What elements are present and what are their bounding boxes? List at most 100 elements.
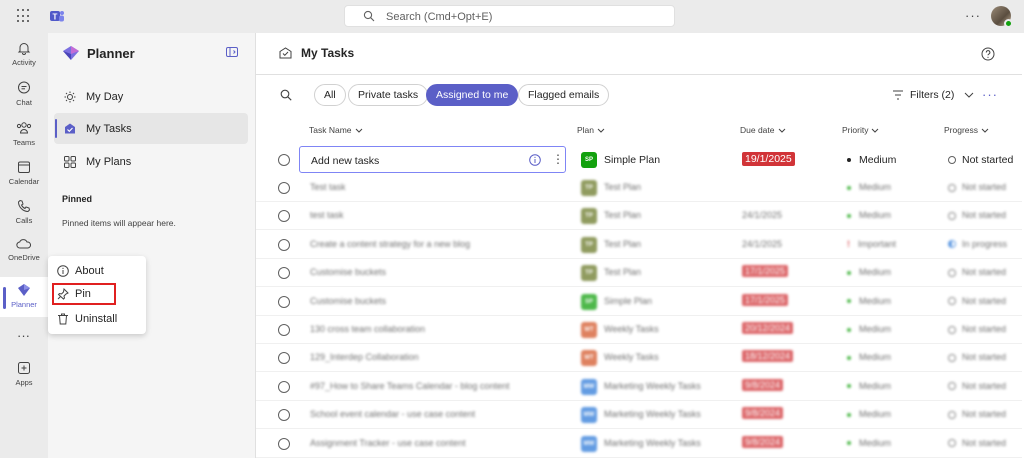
rail-item-calendar[interactable]: Calendar (0, 160, 48, 186)
column-header-progress[interactable]: Progress (944, 125, 989, 135)
more-options-icon[interactable]: ··· (982, 87, 998, 102)
nav-my-plans[interactable]: My Plans (54, 146, 248, 177)
priority-cell[interactable]: Medium (847, 182, 891, 192)
complete-checkbox[interactable] (278, 182, 290, 194)
progress-cell[interactable]: Not started (948, 409, 1006, 419)
priority-cell[interactable]: Medium (847, 210, 891, 220)
complete-checkbox[interactable] (278, 409, 290, 422)
priority-cell[interactable]: Medium (847, 352, 891, 362)
more-options-icon[interactable]: ··· (965, 8, 981, 23)
complete-checkbox[interactable] (278, 210, 290, 223)
plan-name[interactable]: Marketing Weekly Tasks (604, 438, 701, 448)
table-row[interactable]: #97_How to Share Teams Calendar - blog c… (256, 373, 1022, 401)
menu-item-uninstall[interactable]: Uninstall (56, 308, 140, 330)
progress-cell[interactable]: Not started (948, 296, 1006, 306)
info-icon[interactable] (529, 154, 541, 166)
plan-name[interactable]: Test Plan (604, 210, 641, 220)
task-name[interactable]: 130 cross team collaboration (310, 324, 425, 334)
priority-cell[interactable]: Medium (847, 381, 891, 391)
help-icon[interactable] (981, 47, 995, 61)
task-name[interactable]: #97_How to Share Teams Calendar - blog c… (310, 381, 509, 391)
progress-cell[interactable]: Not started (948, 154, 1013, 166)
column-header-priority[interactable]: Priority (842, 125, 879, 135)
plan-name[interactable]: Weekly Tasks (604, 352, 659, 362)
complete-checkbox[interactable] (278, 380, 290, 393)
table-row[interactable]: School event calendar - use case content… (256, 401, 1022, 430)
complete-checkbox[interactable] (278, 352, 290, 365)
plan-name[interactable]: Marketing Weekly Tasks (604, 409, 701, 419)
rail-more-icon[interactable]: ··· (17, 328, 30, 343)
due-date[interactable]: 17/1/2025 (742, 293, 789, 306)
table-row[interactable]: Customise buckets TP Test Plan 17/1/2025 Med… (256, 259, 1022, 288)
table-row[interactable]: test task TP Test Plan 24/1/2025 Medium Not s… (256, 202, 1022, 231)
due-date[interactable]: 9/8/2024 (742, 407, 784, 420)
priority-cell[interactable]: Medium (847, 267, 891, 277)
complete-checkbox[interactable] (278, 295, 290, 308)
due-date[interactable]: 19/1/2025 (742, 152, 795, 166)
priority-cell[interactable]: Medium (847, 296, 891, 306)
rail-item-planner[interactable]: Planner (0, 277, 48, 317)
task-name[interactable]: test task (310, 210, 344, 220)
due-date[interactable]: 24/1/2025 (742, 210, 782, 220)
progress-cell[interactable]: Not started (948, 210, 1006, 220)
progress-cell[interactable]: Not started (948, 438, 1006, 448)
plan-name[interactable]: Test Plan (604, 239, 641, 249)
plan-name[interactable]: Test Plan (604, 267, 641, 277)
task-name[interactable]: 129_Interdep Collaboration (310, 352, 419, 362)
priority-cell[interactable]: Medium (847, 438, 891, 448)
rail-item-apps[interactable]: Apps (0, 361, 48, 387)
avatar[interactable] (991, 6, 1013, 28)
rail-item-onedrive[interactable]: OneDrive (0, 238, 48, 262)
complete-checkbox[interactable] (278, 238, 290, 251)
task-name[interactable]: Assignment Tracker - use case content (310, 438, 466, 448)
filter-pill-all[interactable]: All (314, 84, 346, 106)
progress-cell[interactable]: Not started (948, 267, 1006, 277)
more-vertical-icon[interactable]: ⋮ (552, 152, 564, 166)
complete-checkbox[interactable] (278, 154, 290, 166)
plan-name[interactable]: Simple Plan (604, 154, 660, 166)
complete-checkbox[interactable] (278, 324, 290, 336)
plan-name[interactable]: Weekly Tasks (604, 324, 659, 334)
rail-item-activity[interactable]: Activity (0, 41, 48, 67)
task-name[interactable]: Test task (310, 182, 346, 192)
due-date[interactable]: 17/1/2025 (742, 265, 789, 278)
plan-name[interactable]: Test Plan (604, 182, 641, 192)
progress-cell[interactable]: Not started (948, 324, 1006, 334)
priority-cell[interactable]: Medium (847, 154, 896, 166)
collapse-sidebar-icon[interactable] (226, 47, 238, 57)
column-header-due-date[interactable]: Due date (740, 125, 786, 135)
search-tasks-icon[interactable] (280, 89, 292, 101)
column-header-plan[interactable]: Plan (577, 125, 605, 135)
filter-pill-flagged-emails[interactable]: Flagged emails (518, 84, 610, 106)
filter-pill-assigned-to-me[interactable]: Assigned to me (426, 84, 519, 106)
search-box[interactable]: Search (Cmd+Opt+E) (344, 5, 675, 27)
due-date[interactable]: 9/8/2024 (742, 378, 784, 391)
menu-item-pin[interactable]: Pin (52, 283, 116, 305)
table-row[interactable]: Test task TP Test Plan Medium Not started (256, 174, 1022, 202)
rail-item-teams[interactable]: Teams (0, 121, 48, 147)
rail-item-chat[interactable]: Chat (0, 81, 48, 107)
priority-cell[interactable]: Medium (847, 324, 891, 334)
complete-checkbox[interactable] (278, 267, 290, 280)
plan-name[interactable]: Simple Plan (604, 296, 652, 306)
progress-cell[interactable]: Not started (948, 352, 1006, 362)
complete-checkbox[interactable] (278, 437, 290, 450)
menu-item-about[interactable]: About (56, 260, 140, 282)
add-task-input[interactable]: Add new tasks ⋮ (299, 146, 566, 173)
due-date[interactable]: 24/1/2025 (742, 239, 782, 249)
due-date[interactable]: 18/12/2024 (742, 350, 794, 363)
plan-name[interactable]: Marketing Weekly Tasks (604, 381, 701, 391)
due-date[interactable]: 9/8/2024 (742, 435, 784, 448)
task-name[interactable]: Create a content strategy for a new blog (310, 239, 470, 249)
progress-cell[interactable]: Not started (948, 381, 1006, 391)
nav-my-tasks[interactable]: My Tasks (54, 113, 248, 144)
table-row[interactable]: Assignment Tracker - use case content MW M… (256, 430, 1022, 458)
app-launcher-icon[interactable] (17, 9, 31, 23)
table-row[interactable]: Create a content strategy for a new blog… (256, 231, 1022, 259)
rail-item-calls[interactable]: Calls (0, 199, 48, 225)
priority-cell[interactable]: Medium (847, 409, 891, 419)
task-name[interactable]: Customise buckets (310, 296, 386, 306)
table-row[interactable]: Customise buckets SP Simple Plan 17/1/2025 M… (256, 288, 1022, 316)
filters-button[interactable]: Filters (2) (892, 89, 974, 101)
column-header-task-name[interactable]: Task Name (309, 125, 363, 135)
